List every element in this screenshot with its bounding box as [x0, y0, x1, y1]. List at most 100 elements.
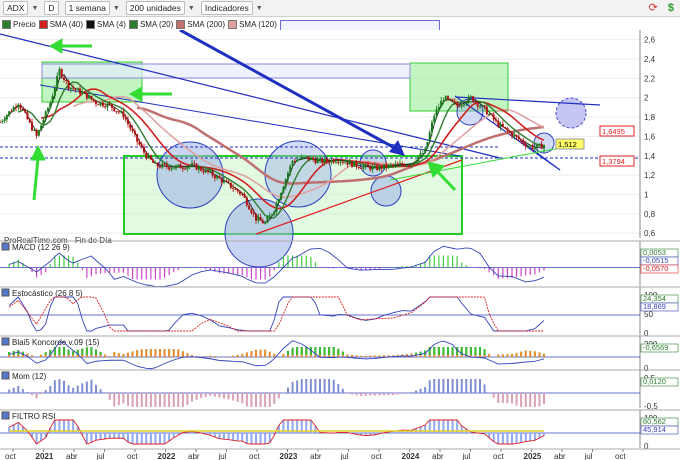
candle-body: [415, 161, 417, 164]
panel-rsi[interactable]: FILTRO RSI100060,56245,914: [0, 409, 680, 451]
daily-mode-button[interactable]: D: [44, 1, 59, 15]
indicators-button[interactable]: Indicadores ▼: [200, 1, 263, 15]
candle-body: [136, 134, 139, 142]
panel-toggle[interactable]: [1, 242, 10, 251]
candle-body: [49, 102, 52, 109]
x-tick-label: oct: [371, 452, 382, 460]
dollar-icon[interactable]: $: [668, 2, 674, 14]
candle-body: [346, 162, 349, 165]
time-axis[interactable]: oct 2021 abr jul oct 2022 abr jul oct 2023 abr jul o…: [0, 448, 680, 460]
candle-body: [37, 129, 40, 136]
legend-price[interactable]: Precio: [2, 20, 36, 29]
candle-body: [124, 117, 127, 120]
candle-body: [252, 212, 255, 214]
candle-body: [5, 115, 8, 120]
panel-toggle[interactable]: [1, 411, 10, 420]
candle-body: [275, 202, 278, 212]
blue-band[interactable]: [41, 63, 411, 79]
candle-body: [204, 169, 207, 173]
candle-body: [28, 119, 31, 123]
chevron-down-icon[interactable]: ▼: [31, 5, 38, 12]
candle-body: [517, 136, 520, 140]
candle-body: [511, 132, 513, 137]
units-field[interactable]: 200 unidades: [125, 1, 185, 15]
panel-stoch[interactable]: Estocástico (26 8 5)10050024,35418,869: [0, 286, 680, 338]
x-tick-label: abr: [432, 452, 444, 460]
candle-body: [403, 164, 406, 167]
candle-body: [385, 164, 388, 168]
candle-body: [460, 105, 463, 107]
refresh-icon[interactable]: ⟳: [649, 1, 658, 14]
legend-sma200[interactable]: SMA (200): [176, 20, 225, 29]
panel-toggle[interactable]: [1, 371, 10, 380]
candle-body: [426, 142, 429, 149]
candle-body: [149, 155, 152, 160]
candle-body: [303, 156, 305, 158]
candle-body: [8, 111, 11, 116]
candle-body: [332, 159, 335, 163]
panel-mom[interactable]: Mom (12)0,5-0,50,0120: [0, 369, 680, 411]
candle-body: [515, 134, 518, 137]
candle-body: [447, 96, 449, 99]
candle-body: [348, 161, 351, 165]
candle-body: [104, 106, 107, 108]
symbol-field[interactable]: ADX: [3, 1, 29, 15]
panel-toggle[interactable]: [1, 288, 10, 297]
legend-sma4[interactable]: SMA (4): [86, 20, 126, 29]
candle-body: [305, 156, 308, 158]
candle-body: [60, 69, 63, 78]
candle-body: [312, 157, 315, 160]
chevron-down-icon[interactable]: ▼: [256, 5, 263, 12]
candle-body: [12, 107, 15, 112]
symbol-selector[interactable]: ADX ▼: [3, 1, 38, 15]
candle-body: [469, 96, 472, 98]
period-field[interactable]: 1 semana: [64, 1, 110, 15]
panel-title: Mom (12): [12, 372, 47, 381]
candle-body: [401, 163, 404, 165]
units-selector[interactable]: 200 unidades ▼: [125, 1, 195, 15]
legend-sma40[interactable]: SMA (40): [38, 20, 83, 29]
candle-body: [522, 140, 525, 144]
candle-body: [225, 180, 228, 182]
y-tick-label: 1,4: [644, 152, 656, 161]
candle-body: [44, 111, 47, 120]
candle-body: [21, 108, 24, 111]
candle-body: [184, 168, 187, 170]
candle-body: [227, 181, 230, 183]
panel-macd[interactable]: MACD (12 26 9)00,0053-0,0515-0,0570: [0, 240, 680, 288]
toolbar: ADX ▼ D 1 semana ▼ 200 unidades ▼ Indica…: [0, 0, 680, 17]
candle-body: [117, 111, 120, 113]
candle-body: [259, 216, 262, 221]
chevron-down-icon[interactable]: ▼: [113, 5, 120, 12]
legend-sma20[interactable]: SMA (20): [128, 20, 173, 29]
chevron-down-icon[interactable]: ▼: [188, 5, 195, 12]
chart-area[interactable]: ProRealTime.com - Fin de Día 2,62,42,221…: [0, 30, 680, 460]
candle-body: [177, 164, 180, 166]
panel-toggle[interactable]: [1, 337, 10, 346]
y-tick-label: 0,8: [644, 210, 656, 219]
candle-body: [175, 165, 177, 169]
candle-body: [501, 123, 504, 128]
y-tick-label: 2,2: [644, 74, 656, 83]
candle-body: [186, 166, 189, 169]
candle-body: [440, 100, 443, 108]
x-tick-label: abr: [188, 452, 200, 460]
candle-body: [113, 107, 116, 112]
panel-blai5[interactable]: Blai5 Koncorde v.09 (15)2000-0,6569: [0, 335, 680, 373]
candle-body: [191, 163, 193, 166]
svg-text:1,512: 1,512: [558, 140, 577, 149]
candle-body: [323, 158, 326, 163]
candle-body: [115, 111, 118, 113]
x-tick-label: oct: [249, 452, 260, 460]
candle-body: [417, 157, 420, 162]
candle-body: [421, 153, 424, 155]
candle-body: [357, 167, 360, 169]
price-axis[interactable]: 2,6 2,4 2,2 2 1,8 1,6 1,4 1,2 1 0,8 0,6: [639, 30, 656, 238]
x-tick-label: 2024: [402, 452, 420, 460]
toolbar-right: ⟳ $: [649, 1, 674, 15]
x-tick-label: oct: [493, 452, 504, 460]
period-selector[interactable]: 1 semana ▼: [64, 1, 120, 15]
legend-sma120[interactable]: SMA (120): [228, 20, 277, 29]
indicators-label[interactable]: Indicadores: [200, 1, 253, 15]
x-tick-label: jul: [584, 452, 593, 460]
